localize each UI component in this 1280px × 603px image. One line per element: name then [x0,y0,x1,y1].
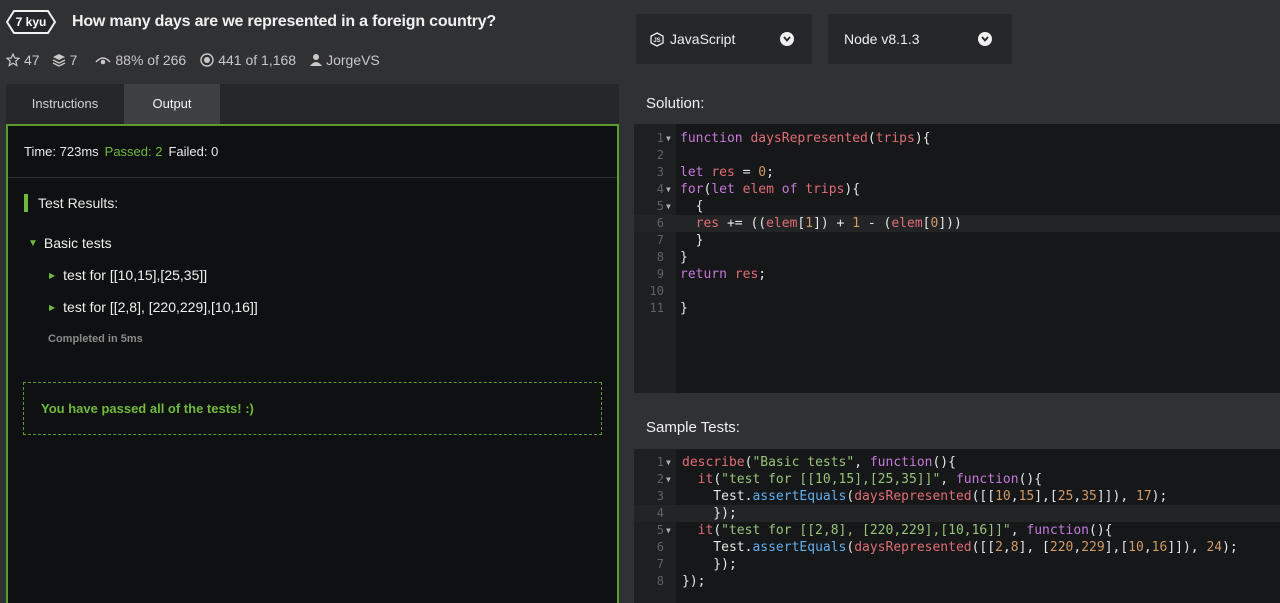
code-line: 3 let res = 0; [656,165,774,180]
code-line-active: 6 res += ((elem[1]) + 1 - (elem[0])) [634,215,1280,232]
code-line-active: 4 }); [634,505,1280,522]
user-icon [310,54,323,66]
code-line: 1 ▼ describe("Basic tests", function(){ [656,455,956,470]
triangle-down-icon: ▼ [28,237,38,249]
eye-icon [95,57,111,65]
version-select[interactable]: Node v8.1.3 [828,14,1012,64]
tab-output[interactable]: Output [124,84,220,124]
triangle-right-icon: ▶ [49,270,56,280]
tab-instructions[interactable]: Instructions [6,84,124,124]
results-heading: Test Results: [24,194,118,212]
rank-label: 7 kyu [15,15,47,29]
failed-count: Failed: 0 [168,144,219,159]
code-line: 2 [656,148,664,162]
results-title: Test Results: [38,195,119,211]
code-line: 3 Test.assertEquals(daysRepresented([[10… [656,489,1168,504]
layers-icon [52,54,65,67]
star-icon [6,53,20,67]
satisfaction-stat: 88% of 266 [95,52,186,68]
code-line: 7 } [656,233,704,248]
collections-stat[interactable]: 7 [52,52,78,68]
test-item[interactable]: ▶ test for [[10,15],[25,35]] [49,267,207,283]
completed-time: Completed in 5ms [48,333,143,345]
sample-tests-heading: Sample Tests: [634,408,1280,448]
success-message: You have passed all of the tests! :) [23,382,602,435]
completed-stat: 441 of 1,168 [200,52,296,68]
satisfaction-value: 88% of 266 [115,52,187,68]
success-text: You have passed all of the tests! :) [41,401,254,416]
code-line: 5 ▼ it("test for [[2,8], [220,229],[10,16… [656,523,1113,538]
language-value: JavaScript [670,31,736,47]
test-item-label: test for [[10,15],[25,35]] [63,267,208,283]
stars-stat[interactable]: 47 [6,52,40,68]
code-line: 5 ▼ { [656,199,704,214]
code-line: 11} [649,301,688,316]
solution-heading: Solution: [634,84,1280,124]
collections-count: 7 [69,52,78,68]
output-panel: Time: 723ms Passed: 2 Failed: 0 Test Res… [6,124,619,603]
test-item-label: test for [[2,8], [220,229],[10,16]] [63,299,258,315]
time-text: Time: 723ms [24,144,99,159]
test-group[interactable]: ▼ Basic tests [28,235,112,251]
code-line: 2 ▼ it("test for [[10,15],[25,35]]", func… [656,472,1043,487]
code-line: 7 }); [656,557,737,572]
code-line: 9 return res; [656,267,767,282]
chevron-down-icon [978,32,992,46]
kata-header: 7 kyu How many days are we represented i… [0,0,630,84]
code-line: 8}); [656,574,706,589]
panel-tabs: Instructions Output [6,84,619,124]
stars-count: 47 [24,52,40,68]
passed-count: Passed: 2 [104,144,163,159]
kata-title[interactable]: How many days are we represented in a fo… [72,13,496,31]
code-line: 1 ▼ function daysRepresented(trips){ [656,131,931,146]
author-name: JorgeVS [326,52,380,68]
language-select[interactable]: JS JavaScript [636,14,812,64]
code-line: 8} [656,250,688,265]
code-line: 6 Test.assertEquals(daysRepresented([[2,… [656,540,1238,555]
results-bar [24,194,28,212]
kata-stats: 47 7 88% of 266 441 of 1,168 JorgeVS [6,50,392,70]
version-value: Node v8.1.3 [844,31,920,47]
triangle-right-icon: ▶ [49,302,56,312]
rank-badge: 7 kyu [6,10,56,34]
chevron-down-icon [780,32,794,46]
solution-editor[interactable]: 1 ▼ function daysRepresented(trips){ 2 3 le… [634,124,1280,393]
javascript-icon: JS [650,31,664,47]
sample-tests-editor[interactable]: 1 ▼ describe("Basic tests", function(){ 2 ▼… [634,449,1280,603]
test-group-label: Basic tests [43,235,112,251]
test-item[interactable]: ▶ test for [[2,8], [220,229],[10,16]] [49,299,258,315]
target-icon [200,53,214,67]
test-summary: Time: 723ms Passed: 2 Failed: 0 [8,126,617,178]
author-stat[interactable]: JorgeVS [310,52,380,68]
svg-text:JS: JS [653,38,660,44]
panel-divider[interactable] [619,84,634,603]
completed-value: 441 of 1,168 [218,52,297,68]
code-line: 10 [649,284,664,298]
code-line: 4 ▼ for(let elem of trips){ [656,182,861,197]
